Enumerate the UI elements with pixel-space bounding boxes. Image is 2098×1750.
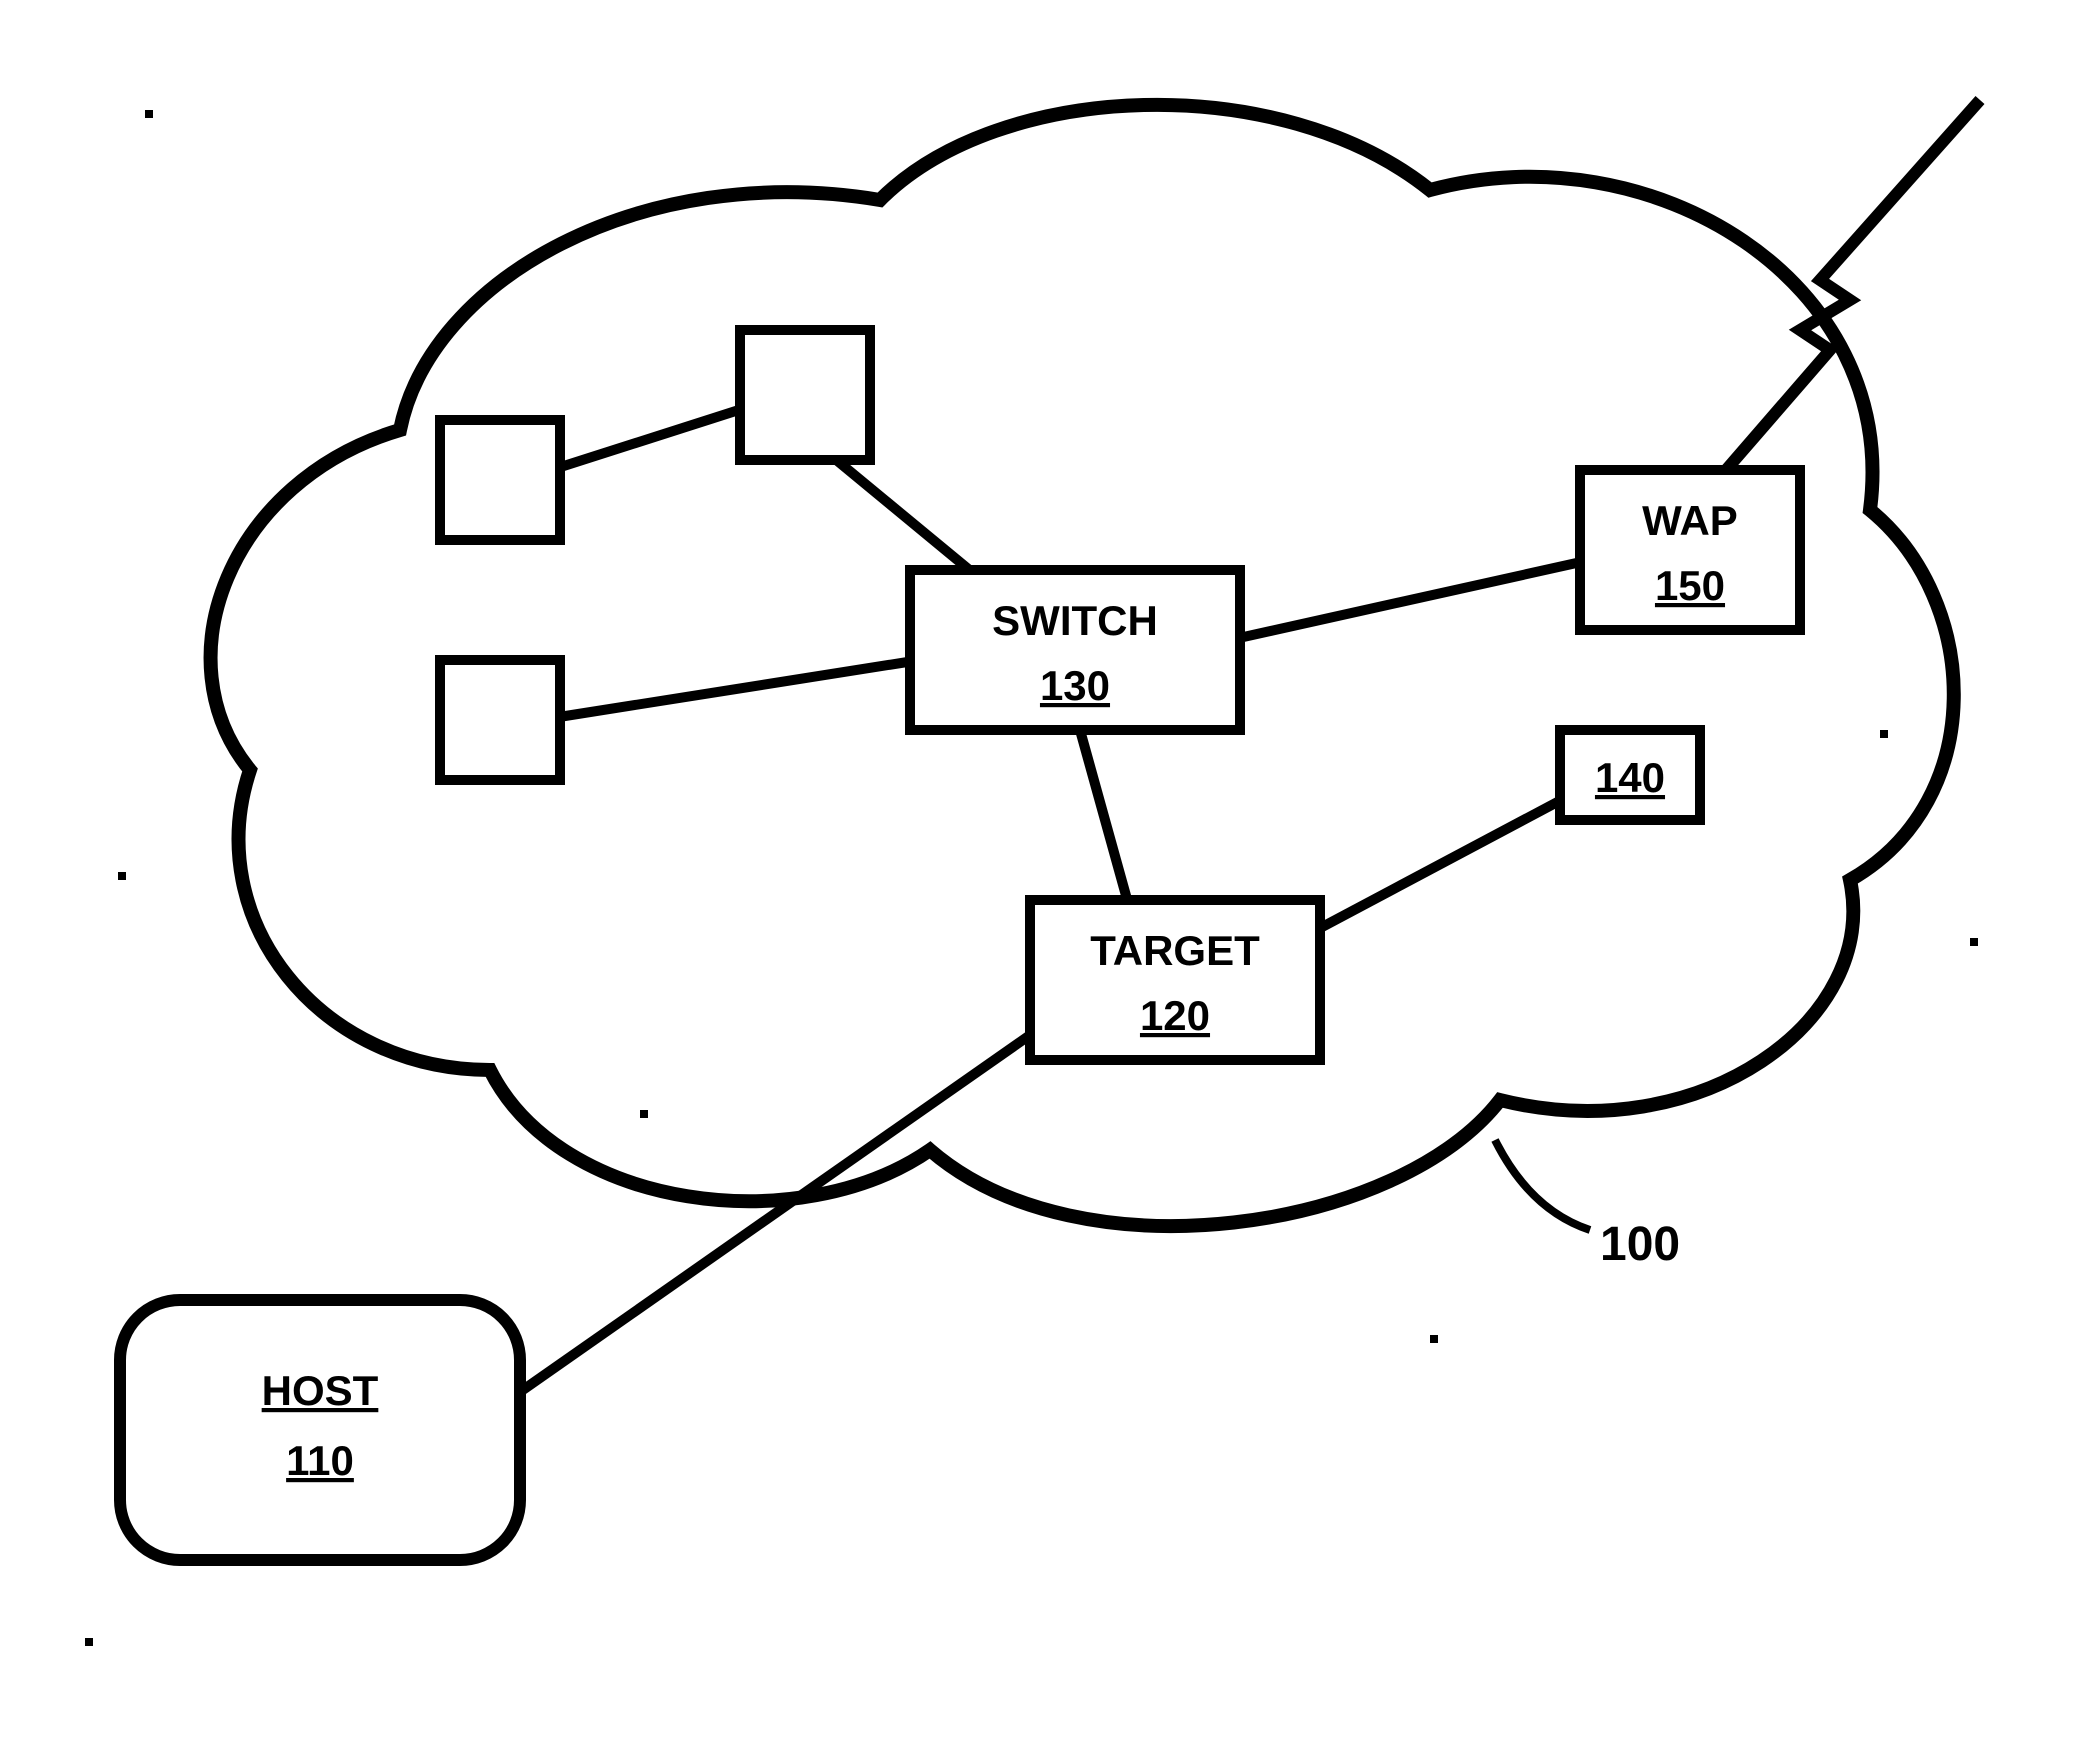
target-label: TARGET: [1090, 927, 1260, 974]
node-140-number: 140: [1595, 754, 1665, 801]
wireless-signal-icon: [1700, 100, 1980, 500]
host-label: HOST: [262, 1367, 379, 1414]
wap-label: WAP: [1642, 497, 1738, 544]
target-node: TARGET 120: [1030, 900, 1320, 1060]
figure-number: 100: [1600, 1218, 1680, 1271]
wap-node: WAP 150: [1580, 470, 1800, 630]
wap-number: 150: [1655, 562, 1725, 609]
host-number: 110: [286, 1437, 354, 1484]
switch-number: 130: [1040, 662, 1110, 709]
node-140: 140: [1560, 730, 1700, 820]
switch-node: SWITCH 130: [910, 570, 1240, 730]
node-box-c: [440, 660, 560, 780]
node-box-a: [440, 420, 560, 540]
host-node: HOST 110: [120, 1300, 520, 1560]
figure-reference: 100: [1495, 1140, 1680, 1271]
node-box-b: [740, 330, 870, 460]
target-number: 120: [1140, 992, 1210, 1039]
switch-label: SWITCH: [992, 597, 1158, 644]
